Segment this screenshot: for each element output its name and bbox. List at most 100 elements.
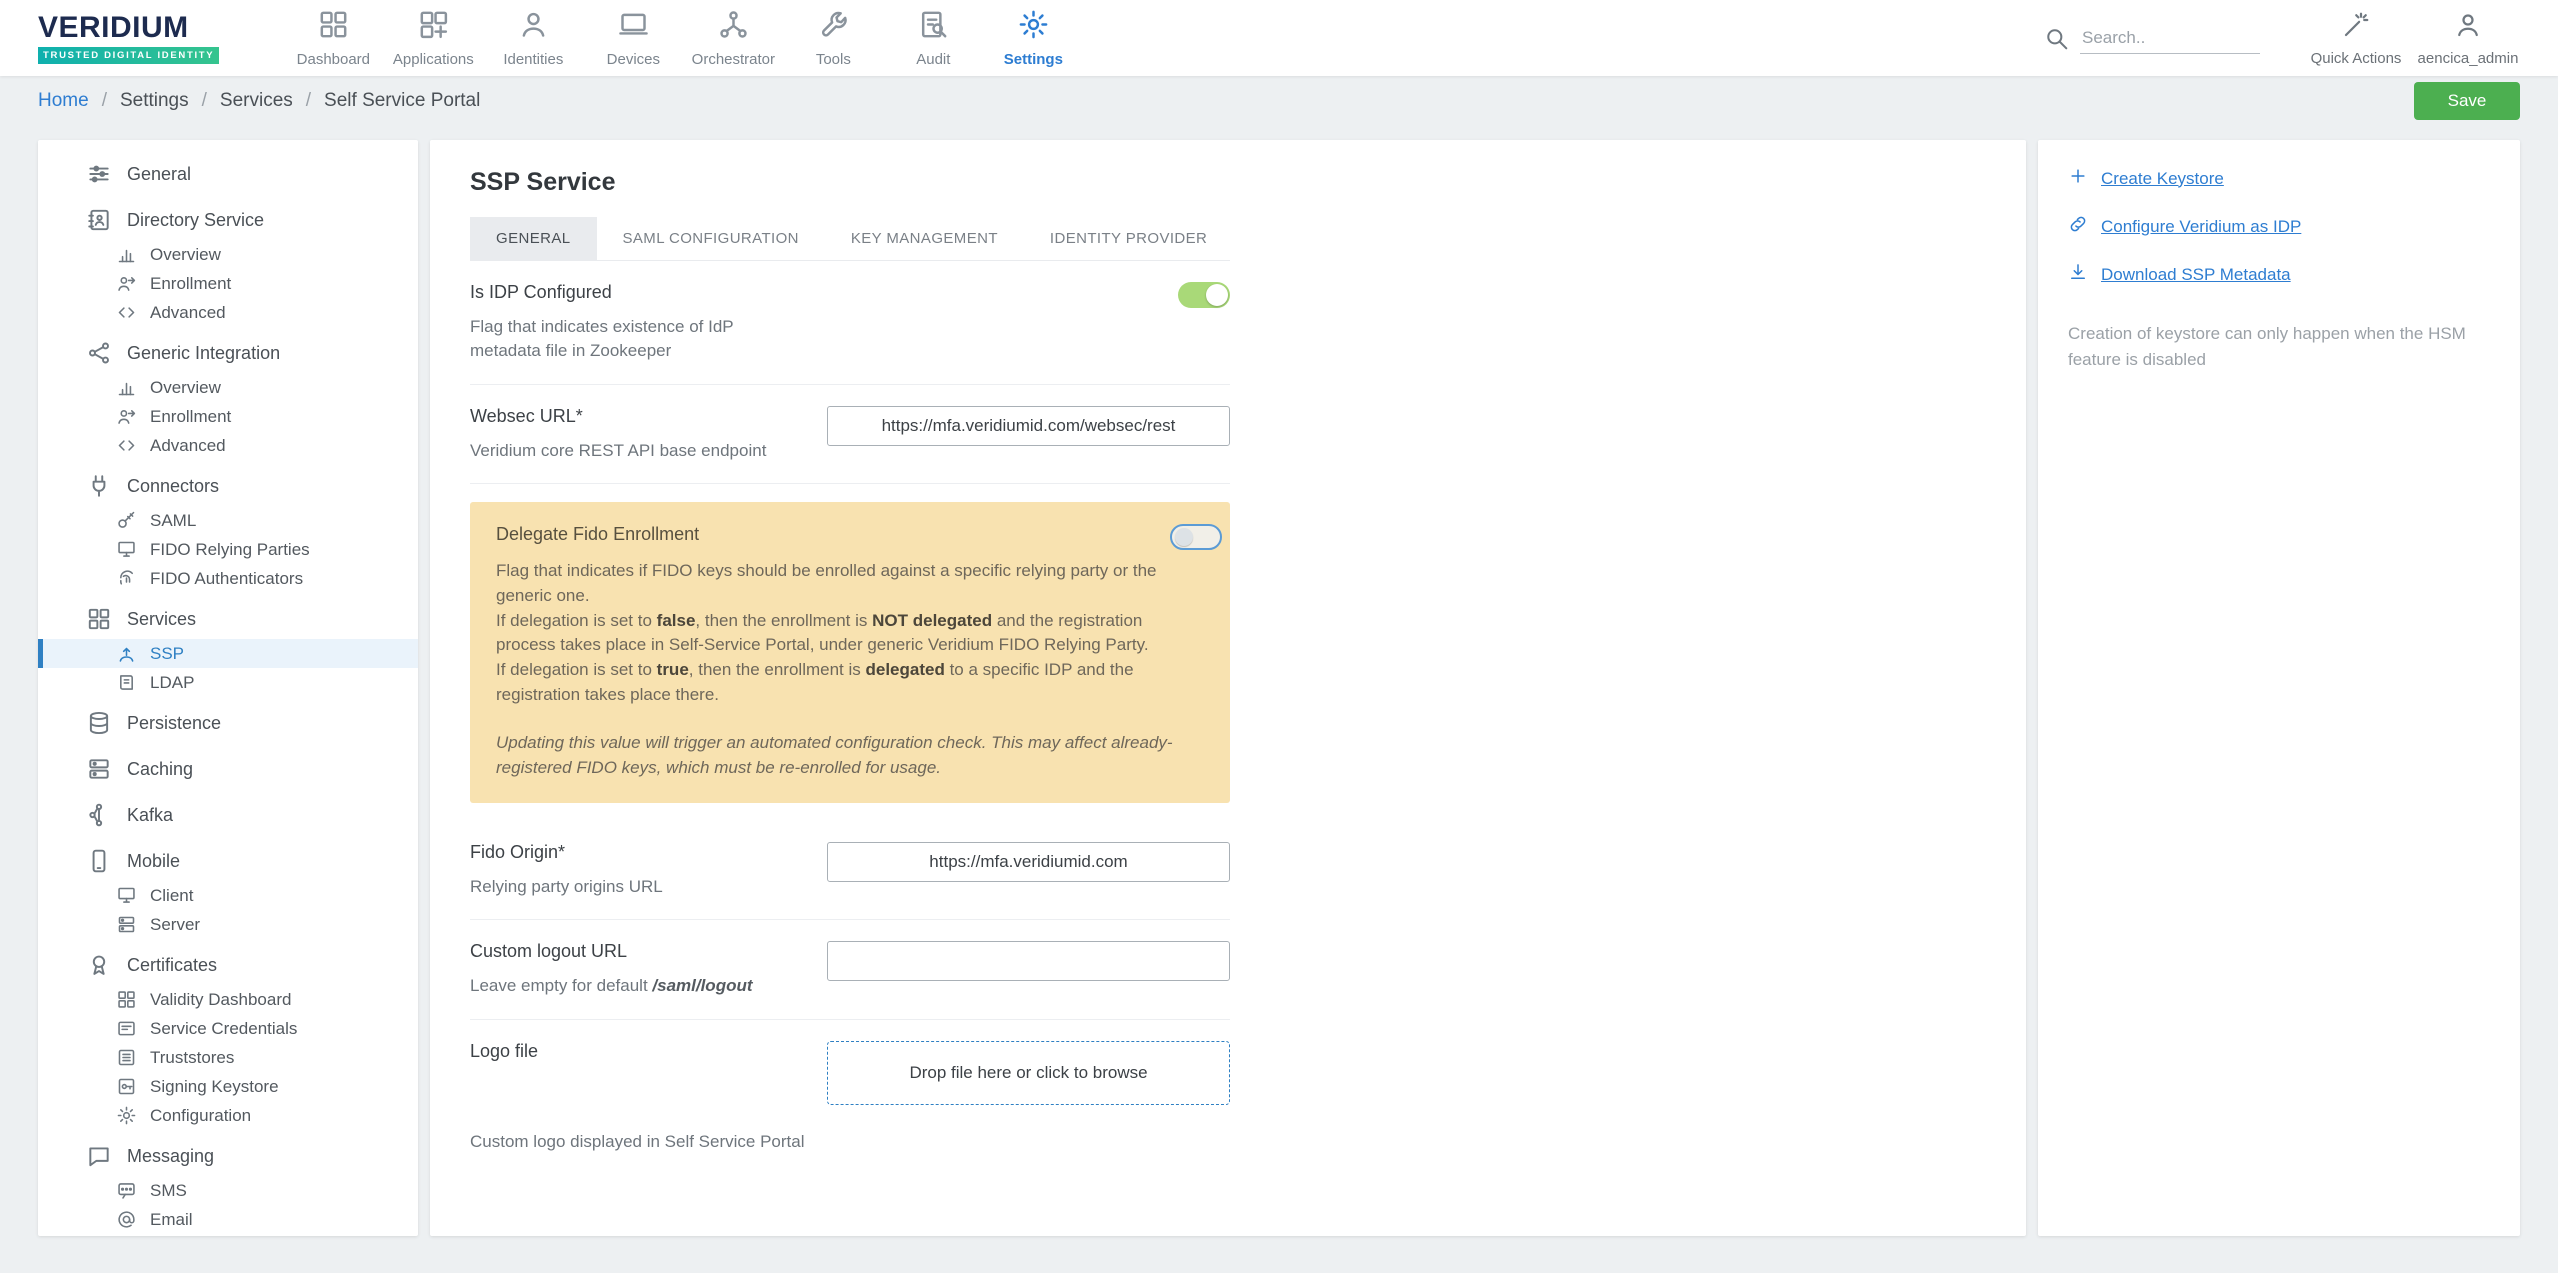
sliders-icon: [86, 161, 112, 187]
sidebar-item-persistence[interactable]: Persistence: [38, 703, 418, 743]
sidebar-item-enrollment[interactable]: Enrollment: [38, 269, 418, 298]
tab-identity-provider[interactable]: IDENTITY PROVIDER: [1024, 217, 1233, 260]
brand-logo[interactable]: VERIDIUM TRUSTED DIGITAL IDENTITY: [38, 13, 219, 64]
code-icon: [116, 302, 137, 323]
applications-icon: [417, 8, 450, 46]
sidebar-item-client[interactable]: Client: [38, 881, 418, 910]
sidebar-item-label: Certificates: [127, 955, 217, 976]
fido-origin-label: Fido Origin*: [470, 842, 797, 863]
sidebar-item-label: Caching: [127, 759, 193, 780]
sms-icon: [116, 1180, 137, 1201]
sidebar-item-signing-keystore[interactable]: Signing Keystore: [38, 1072, 418, 1101]
topnav-item-identities[interactable]: Identities: [483, 8, 583, 68]
topnav-item-settings[interactable]: Settings: [983, 8, 1083, 68]
logo-dropzone[interactable]: Drop file here or click to browse: [827, 1041, 1230, 1105]
sidebar-item-ssp[interactable]: SSP: [38, 639, 418, 668]
sidebar-item-label: Truststores: [150, 1048, 234, 1068]
delegate-fido-toggle[interactable]: [1170, 524, 1222, 550]
sidebar-item-service-credentials[interactable]: Service Credentials: [38, 1014, 418, 1043]
sidebar-item-kafka[interactable]: Kafka: [38, 795, 418, 835]
chart-icon: [116, 377, 137, 398]
fido-origin-input[interactable]: [827, 842, 1230, 882]
sidebar-item-label: Advanced: [150, 303, 226, 323]
sidebar-item-fido-authenticators[interactable]: FIDO Authenticators: [38, 564, 418, 593]
topnav-item-label: Tools: [816, 51, 851, 68]
sidebar-item-services[interactable]: Services: [38, 599, 418, 639]
tab-saml-configuration[interactable]: SAML CONFIGURATION: [597, 217, 825, 260]
sidebar-item-validity-dashboard[interactable]: Validity Dashboard: [38, 985, 418, 1014]
fido-origin-description: Relying party origins URL: [470, 875, 797, 899]
field-fido-origin: Fido Origin* Relying party origins URL: [470, 821, 1230, 921]
search-icon: [2043, 25, 2070, 52]
sidebar-item-enrollment[interactable]: Enrollment: [38, 402, 418, 431]
idp-configured-toggle[interactable]: [1178, 282, 1230, 308]
breadcrumb-item-settings[interactable]: Settings: [120, 90, 189, 112]
field-logo-file: Logo file Drop file here or click to bro…: [470, 1020, 1230, 1126]
tab-key-management[interactable]: KEY MANAGEMENT: [825, 217, 1024, 260]
enrollment-icon: [116, 406, 137, 427]
sidebar-item-generic-integration[interactable]: Generic Integration: [38, 333, 418, 373]
sidebar-item-advanced[interactable]: Advanced: [38, 431, 418, 460]
delegate-fido-warning-box: Delegate Fido Enrollment Flag that indic…: [470, 502, 1230, 802]
page-title: SSP Service: [470, 168, 1986, 197]
custom-logout-input[interactable]: [827, 941, 1230, 981]
breadcrumb-bar: Home/Settings/Services/Self Service Port…: [0, 76, 2558, 126]
sidebar-item-sms[interactable]: SMS: [38, 1176, 418, 1205]
sidebar-item-label: SMS: [150, 1181, 187, 1201]
sidebar-item-advanced[interactable]: Advanced: [38, 298, 418, 327]
sidebar-item-configuration[interactable]: Configuration: [38, 1101, 418, 1130]
sidebar-item-mobile[interactable]: Mobile: [38, 841, 418, 881]
certificate-icon: [86, 952, 112, 978]
sidebar-item-truststores[interactable]: Truststores: [38, 1043, 418, 1072]
breadcrumb-item-services[interactable]: Services: [220, 90, 293, 112]
quick-actions-label: Quick Actions: [2311, 50, 2402, 67]
sidebar-item-caching[interactable]: Caching: [38, 749, 418, 789]
sidebar-item-server[interactable]: Server: [38, 910, 418, 939]
action-link-label: Configure Veridium as IDP: [2101, 217, 2301, 237]
breadcrumb-separator: /: [102, 90, 107, 112]
sidebar-item-fido-relying-parties[interactable]: FIDO Relying Parties: [38, 535, 418, 564]
sidebar-item-label: LDAP: [150, 673, 194, 693]
breadcrumb-item-home[interactable]: Home: [38, 90, 89, 112]
sidebar-item-messaging[interactable]: Messaging: [38, 1136, 418, 1176]
sidebar-item-label: Enrollment: [150, 407, 231, 427]
tab-general[interactable]: GENERAL: [470, 217, 597, 260]
websec-url-input[interactable]: [827, 406, 1230, 446]
sidebar-item-label: Client: [150, 886, 193, 906]
topnav-item-label: Dashboard: [297, 51, 370, 68]
actions-list: Create Keystore Configure Veridium as IDP…: [2068, 166, 2490, 287]
quick-actions-button[interactable]: Quick Actions: [2300, 10, 2412, 67]
topnav-item-devices[interactable]: Devices: [583, 8, 683, 68]
user-menu[interactable]: aencica_admin: [2412, 10, 2524, 67]
sidebar-item-saml[interactable]: SAML: [38, 506, 418, 535]
save-button[interactable]: Save: [2414, 82, 2520, 120]
topnav-item-tools[interactable]: Tools: [783, 8, 883, 68]
topnav-item-orchestrator[interactable]: Orchestrator: [683, 8, 783, 68]
code-icon: [116, 435, 137, 456]
sidebar-item-label: Overview: [150, 378, 221, 398]
search-input[interactable]: [2080, 23, 2260, 54]
tab-bar: GENERALSAML CONFIGURATIONKEY MANAGEMENTI…: [470, 217, 1230, 261]
download-ssp-metadata-link[interactable]: Download SSP Metadata: [2068, 262, 2490, 287]
mobile-icon: [86, 848, 112, 874]
sidebar-item-directory-service[interactable]: Directory Service: [38, 200, 418, 240]
settings-icon: [1017, 8, 1050, 46]
sidebar-item-connectors[interactable]: Connectors: [38, 466, 418, 506]
dashboard-icon: [317, 8, 350, 46]
configure-veridium-as-idp-link[interactable]: Configure Veridium as IDP: [2068, 214, 2490, 239]
sidebar-item-certificates[interactable]: Certificates: [38, 945, 418, 985]
topnav-item-label: Devices: [607, 51, 660, 68]
sidebar-item-overview[interactable]: Overview: [38, 240, 418, 269]
topnav-item-audit[interactable]: Audit: [883, 8, 983, 68]
topnav-item-label: Applications: [393, 51, 474, 68]
sidebar-item-ldap[interactable]: LDAP: [38, 668, 418, 697]
create-keystore-link[interactable]: Create Keystore: [2068, 166, 2490, 191]
sidebar-item-email[interactable]: Email: [38, 1205, 418, 1234]
sidebar-item-general[interactable]: General: [38, 154, 418, 194]
topnav-item-applications[interactable]: Applications: [383, 8, 483, 68]
topnav-item-dashboard[interactable]: Dashboard: [283, 8, 383, 68]
sidebar-item-overview[interactable]: Overview: [38, 373, 418, 402]
action-link-label: Download SSP Metadata: [2101, 265, 2291, 285]
truststore-icon: [116, 1047, 137, 1068]
breadcrumb: Home/Settings/Services/Self Service Port…: [38, 90, 480, 112]
